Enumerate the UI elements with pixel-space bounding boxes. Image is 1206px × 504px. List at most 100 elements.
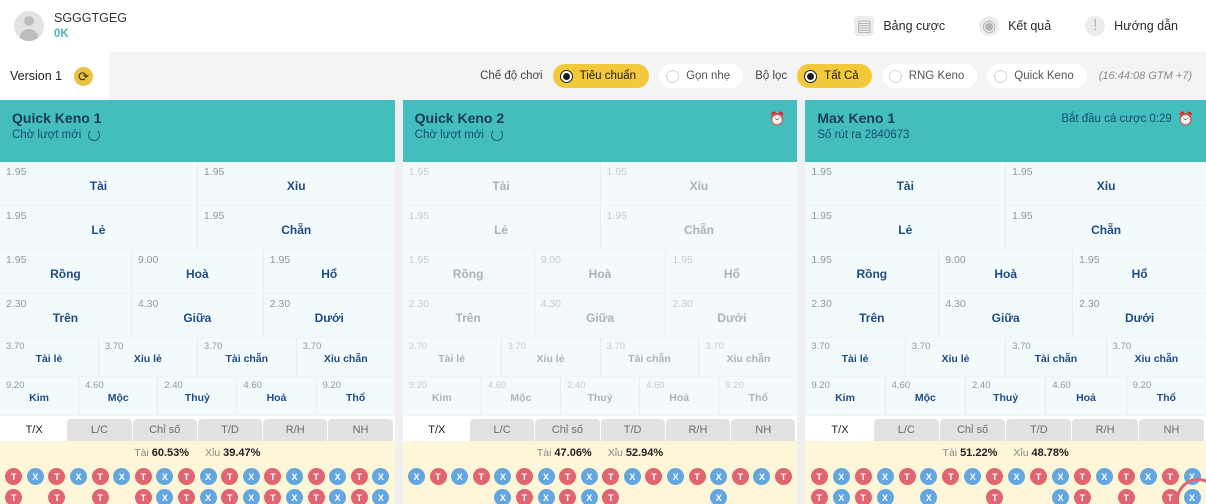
result-badge[interactable]: T	[221, 489, 239, 504]
result-badge[interactable]: X	[372, 489, 390, 504]
result-badge[interactable]: T	[775, 468, 793, 485]
nav-item-bang-cuoc[interactable]: ▤ Bảng cược	[854, 16, 945, 36]
bet-cell[interactable]: 9.00 Hoà	[939, 250, 1074, 293]
tab-t-x[interactable]: T/X	[404, 419, 469, 441]
result-badge[interactable]: X	[329, 489, 347, 504]
result-badge[interactable]: X	[242, 468, 260, 485]
bet-cell[interactable]: 4.60 Mộc	[885, 377, 966, 415]
bet-cell[interactable]: 3.70 Xỉu lẻ	[98, 338, 198, 376]
bet-cell[interactable]: 1.95 Xỉu	[197, 162, 395, 205]
bet-cell[interactable]: 4.60 Hoả	[237, 377, 317, 415]
result-badge[interactable]: T	[854, 489, 872, 504]
bet-cell[interactable]: 9.00 Hoà	[131, 250, 264, 293]
result-badge[interactable]: T	[515, 489, 533, 504]
bet-cell[interactable]: 1.95 Chẵn	[600, 206, 798, 249]
bet-cell[interactable]: 3.70 Xỉu chẵn	[1106, 338, 1206, 376]
bet-cell[interactable]: 9.00 Hoà	[534, 250, 667, 293]
bet-cell[interactable]: 3.70 Tài chẵn	[600, 338, 700, 376]
result-badge[interactable]: X	[26, 468, 44, 485]
filter-option-rng-keno[interactable]: RNG Keno	[881, 64, 978, 88]
nav-item-ket-qua[interactable]: ◉ Kết quả	[979, 16, 1051, 36]
result-badge[interactable]: T	[178, 468, 196, 485]
bet-cell[interactable]: 2.40 Thuỷ	[158, 377, 238, 415]
bet-cell[interactable]: 4.30 Giữa	[534, 294, 667, 337]
result-badge[interactable]: T	[559, 468, 577, 485]
nav-item-huong-dan[interactable]: ! Hướng dẫn	[1085, 16, 1178, 36]
bet-cell[interactable]: 2.40 Thuỷ	[560, 377, 641, 415]
bet-cell[interactable]: 9.20 Kim	[0, 377, 80, 415]
result-badge[interactable]: X	[876, 489, 894, 504]
bet-cell[interactable]: 1.95 Hổ	[1073, 250, 1206, 293]
bet-cell[interactable]: 9.20 Kim	[402, 377, 482, 415]
result-badge[interactable]: T	[264, 489, 282, 504]
result-badge[interactable]: T	[810, 468, 828, 485]
bet-cell[interactable]: 1.95 Lẻ	[805, 206, 1007, 249]
bet-cell[interactable]: 1.95 Lẻ	[402, 206, 601, 249]
result-badge[interactable]: T	[178, 489, 196, 504]
bet-cell[interactable]: 1.95 Chẵn	[1006, 206, 1206, 249]
result-badge[interactable]: X	[623, 468, 641, 485]
bet-cell[interactable]: 4.30 Giữa	[131, 294, 264, 337]
result-badge[interactable]: T	[264, 468, 282, 485]
version-selector[interactable]: Version 1 ⟳	[0, 52, 110, 100]
result-badge[interactable]: X	[156, 489, 174, 504]
result-badge[interactable]: T	[91, 489, 109, 504]
result-badge[interactable]: T	[1161, 468, 1179, 485]
bet-cell[interactable]: 1.95 Tài	[0, 162, 198, 205]
bet-cell[interactable]: 1.95 Tài	[402, 162, 601, 205]
result-badge[interactable]: T	[307, 489, 325, 504]
bet-cell[interactable]: 4.60 Hoả	[1046, 377, 1127, 415]
result-badge[interactable]: T	[942, 468, 960, 485]
result-badge[interactable]: T	[898, 468, 916, 485]
bet-cell[interactable]: 4.30 Giữa	[939, 294, 1074, 337]
result-badge[interactable]: T	[731, 468, 749, 485]
tab-r-h[interactable]: R/H	[1072, 419, 1138, 441]
bet-cell[interactable]: 9.20 Thổ	[316, 377, 395, 415]
result-badge[interactable]: T	[429, 468, 447, 485]
result-badge[interactable]: T	[307, 468, 325, 485]
tab-t-d[interactable]: T/D	[197, 419, 263, 441]
result-badge[interactable]: T	[134, 489, 152, 504]
result-badge[interactable]: T	[854, 468, 872, 485]
result-badge[interactable]: X	[70, 468, 88, 485]
mode-option-tieu-chuan[interactable]: Tiêu chuẩn	[552, 64, 650, 88]
bet-cell[interactable]: 2.40 Thuỷ	[966, 377, 1047, 415]
bet-cell[interactable]: 3.70 Xỉu chẵn	[296, 338, 395, 376]
result-badge[interactable]: X	[286, 468, 303, 485]
result-badge[interactable]: T	[1117, 489, 1135, 504]
tab-ch-s-[interactable]: Chỉ số	[132, 419, 197, 441]
result-badge[interactable]: T	[1073, 489, 1091, 504]
result-badge[interactable]: T	[1030, 468, 1048, 485]
bet-cell[interactable]: 4.60 Hoả	[640, 377, 720, 415]
result-badge[interactable]: T	[48, 489, 66, 504]
result-badge[interactable]: X	[329, 468, 347, 485]
bet-cell[interactable]: 1.95 Rồng	[0, 250, 132, 293]
result-badge[interactable]: X	[199, 489, 217, 504]
result-badge[interactable]: T	[645, 468, 663, 485]
user-profile[interactable]: SGGGTGEG 0K	[14, 11, 127, 41]
tab-l-c[interactable]: L/C	[873, 419, 939, 441]
bet-cell[interactable]: 3.70 Tài chẵn	[197, 338, 297, 376]
tab-nh[interactable]: NH	[328, 419, 393, 441]
bet-cell[interactable]: 2.30 Dưới	[263, 294, 395, 337]
result-badge[interactable]: X	[1139, 468, 1157, 485]
result-badge[interactable]: X	[113, 468, 131, 485]
result-badge[interactable]: T	[986, 468, 1004, 485]
bet-cell[interactable]: 1.95 Rồng	[805, 250, 940, 293]
result-badge[interactable]: X	[753, 468, 771, 485]
result-badge[interactable]: X	[451, 468, 469, 485]
result-badge[interactable]: X	[876, 468, 894, 485]
result-badge[interactable]: X	[156, 468, 174, 485]
result-badge[interactable]: T	[602, 489, 620, 504]
result-badge[interactable]: T	[1117, 468, 1135, 485]
result-badge[interactable]: X	[407, 468, 425, 485]
result-badge[interactable]: T	[602, 468, 620, 485]
tab-ch-s-[interactable]: Chỉ số	[939, 419, 1006, 441]
result-badge[interactable]: T	[350, 489, 368, 504]
result-badge[interactable]: T	[134, 468, 152, 485]
bet-cell[interactable]: 1.95 Xỉu	[600, 162, 798, 205]
result-badge[interactable]: X	[1051, 489, 1069, 504]
result-badge[interactable]: T	[472, 468, 490, 485]
tab-l-c[interactable]: L/C	[469, 419, 535, 441]
bet-cell[interactable]: 1.95 Chẵn	[197, 206, 395, 249]
